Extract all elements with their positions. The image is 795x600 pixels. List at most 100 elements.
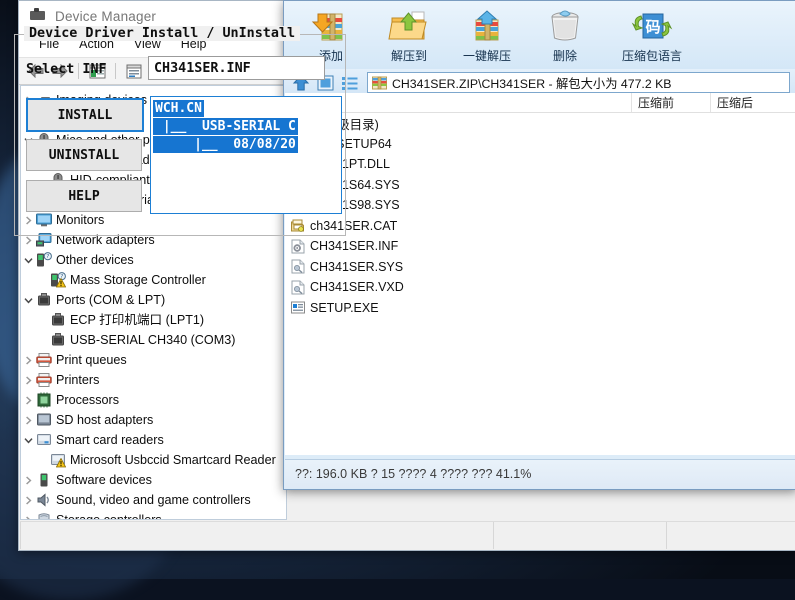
chevron-down-icon[interactable] bbox=[21, 296, 35, 305]
device-tree-item[interactable]: ECP 打印机端口 (LPT1) bbox=[21, 310, 286, 330]
chevron-down-icon[interactable] bbox=[21, 436, 35, 445]
file-row[interactable]: CH341S64.SYS bbox=[285, 175, 795, 196]
device-tree-item[interactable]: ? Other devices bbox=[21, 250, 286, 270]
help-button[interactable]: HELP bbox=[26, 180, 142, 212]
device-tree-item-label: Smart card readers bbox=[56, 433, 164, 447]
device-tree-item[interactable]: ? Mass Storage Controller bbox=[21, 270, 286, 290]
driver-setup-dialog[interactable]: DriverSetup(X64) Device Driver Install /… bbox=[0, 0, 298, 262]
toolbar-label-archive-language: 压缩包语言 bbox=[622, 47, 682, 64]
printer-icon bbox=[35, 352, 52, 368]
other-device-icon: ? bbox=[35, 252, 52, 268]
svg-text:码: 码 bbox=[645, 18, 660, 36]
chevron-right-icon[interactable] bbox=[21, 516, 35, 521]
chevron-right-icon[interactable] bbox=[21, 396, 35, 405]
file-row[interactable]: SETUP.EXE bbox=[285, 298, 795, 319]
archive-language-icon: 码 bbox=[629, 8, 675, 44]
column-header-packed-size[interactable]: 压缩前 bbox=[632, 93, 711, 112]
column-header-size[interactable]: 压缩后 bbox=[711, 93, 795, 112]
device-tree-item[interactable]: Processors bbox=[21, 390, 286, 410]
status-segment-3 bbox=[666, 522, 795, 549]
chevron-right-icon[interactable] bbox=[21, 236, 35, 245]
smartcard-reader-icon bbox=[35, 432, 52, 448]
toolbar-button-delete[interactable]: 删除 bbox=[532, 5, 598, 64]
chevron-right-icon[interactable] bbox=[21, 476, 35, 485]
device-tree-item-label: Sound, video and game controllers bbox=[56, 493, 251, 507]
device-tree-item-label: SD host adapters bbox=[56, 413, 153, 427]
smartcard-reader-icon bbox=[49, 452, 66, 468]
driver-log-listbox[interactable]: WCH.CN |__ USB-SERIAL C |__ 08/08/20 bbox=[150, 96, 342, 214]
file-name: CH341SER.INF bbox=[310, 239, 398, 253]
device-tree-item-label: Ports (COM & LPT) bbox=[56, 293, 165, 307]
device-tree-item[interactable]: Software devices bbox=[21, 470, 286, 490]
device-tree-item[interactable]: USB-SERIAL CH340 (COM3) bbox=[21, 330, 286, 350]
file-name: CH341SER.VXD bbox=[310, 280, 404, 294]
delete-trash-icon bbox=[542, 8, 588, 44]
one-click-extract-icon bbox=[464, 8, 510, 44]
executable-file-icon bbox=[288, 300, 308, 315]
file-row[interactable]: .. (上级目录) bbox=[285, 113, 795, 134]
driver-log-line: WCH.CN bbox=[153, 100, 204, 117]
device-tree-item[interactable]: Smart card readers bbox=[21, 430, 286, 450]
status-segment-2 bbox=[493, 522, 666, 549]
chevron-right-icon[interactable] bbox=[21, 496, 35, 505]
sound-device-icon bbox=[35, 492, 52, 508]
rar-archive-icon bbox=[372, 76, 387, 90]
file-row[interactable]: DRVSETUP64 bbox=[285, 134, 795, 155]
toolbar-label-extract-to: 解压到 bbox=[391, 47, 427, 64]
port-icon bbox=[49, 332, 66, 348]
file-row[interactable]: CH341S98.SYS bbox=[285, 195, 795, 216]
chevron-right-icon[interactable] bbox=[21, 376, 35, 385]
toolbar-button-archive-language[interactable]: 码 压缩包语言 bbox=[610, 5, 694, 64]
archive-path-text: CH341SER.ZIP\CH341SER - 解包大小为 477.2 KB bbox=[392, 74, 672, 92]
toolbar-label-one-click-extract: 一键解压 bbox=[463, 47, 511, 64]
status-segment-main bbox=[20, 522, 493, 549]
file-row[interactable]: CH341SER.VXD bbox=[285, 277, 795, 298]
device-tree-item-label: Other devices bbox=[56, 253, 134, 267]
toolbar-label-delete: 删除 bbox=[553, 47, 577, 64]
device-tree-item[interactable]: Print queues bbox=[21, 350, 286, 370]
device-tree-item-label: Mass Storage Controller bbox=[70, 273, 206, 287]
toolbar-button-extract-to[interactable]: 解压到 bbox=[376, 5, 442, 64]
uninstall-button[interactable]: UNINSTALL bbox=[26, 139, 142, 171]
device-tree-item-label: ECP 打印机端口 (LPT1) bbox=[70, 313, 204, 327]
file-list-header[interactable]: 名称 压缩前 压缩后 bbox=[285, 93, 795, 113]
device-tree-item-label: Processors bbox=[56, 393, 119, 407]
generic-file-icon bbox=[288, 280, 308, 295]
file-row[interactable]: CH341PT.DLL bbox=[285, 154, 795, 175]
install-button[interactable]: INSTALL bbox=[26, 98, 144, 132]
port-icon bbox=[49, 312, 66, 328]
device-tree-item-label: Printers bbox=[56, 373, 99, 387]
groupbox-label: Device Driver Install / UnInstall bbox=[24, 26, 300, 41]
file-rows-container[interactable]: .. (上级目录)DRVSETUP64CH341PT.DLLCH341S64.S… bbox=[285, 113, 795, 318]
file-row[interactable]: CH341SER.SYS bbox=[285, 257, 795, 278]
processor-icon bbox=[35, 392, 52, 408]
chevron-right-icon[interactable] bbox=[21, 416, 35, 425]
archive-path-field[interactable]: CH341SER.ZIP\CH341SER - 解包大小为 477.2 KB bbox=[367, 72, 790, 93]
svg-text:?: ? bbox=[46, 254, 49, 260]
chevron-right-icon[interactable] bbox=[21, 356, 35, 365]
device-tree-item[interactable]: Ports (COM & LPT) bbox=[21, 290, 286, 310]
device-tree-item[interactable]: SD host adapters bbox=[21, 410, 286, 430]
file-row[interactable]: ch341SER.CAT bbox=[285, 216, 795, 237]
toolbar-button-one-click-extract[interactable]: 一键解压 bbox=[454, 5, 520, 64]
device-tree-item[interactable]: Microsoft Usbccid Smartcard Reader bbox=[21, 450, 286, 470]
chevron-down-icon[interactable] bbox=[21, 256, 35, 265]
archive-file-list[interactable]: 名称 压缩前 压缩后 .. (上级目录)DRVSETUP64CH341PT.DL… bbox=[285, 93, 795, 455]
file-name: CH341SER.SYS bbox=[310, 260, 403, 274]
select-inf-label: Select INF bbox=[26, 62, 107, 77]
driver-log-line: |__ 08/08/20 bbox=[153, 136, 298, 153]
software-device-icon bbox=[35, 472, 52, 488]
winrar-navbar[interactable]: CH341SER.ZIP\CH341SER - 解包大小为 477.2 KB bbox=[284, 69, 795, 96]
winrar-window[interactable]: 添加 解压到 bbox=[283, 0, 795, 490]
device-tree-item[interactable]: Storage controllers bbox=[21, 510, 286, 520]
other-device-icon: ? bbox=[49, 272, 66, 288]
inf-setup-file-icon bbox=[288, 239, 308, 254]
device-tree-item-label: Software devices bbox=[56, 473, 152, 487]
device-manager-statusbar bbox=[20, 521, 795, 549]
winrar-toolbar[interactable]: 添加 解压到 bbox=[284, 1, 795, 69]
device-tree-item[interactable]: Sound, video and game controllers bbox=[21, 490, 286, 510]
device-tree-item-label: Print queues bbox=[56, 353, 127, 367]
select-inf-field[interactable]: CH341SER.INF bbox=[148, 56, 325, 80]
file-row[interactable]: CH341SER.INF bbox=[285, 236, 795, 257]
device-tree-item[interactable]: Printers bbox=[21, 370, 286, 390]
